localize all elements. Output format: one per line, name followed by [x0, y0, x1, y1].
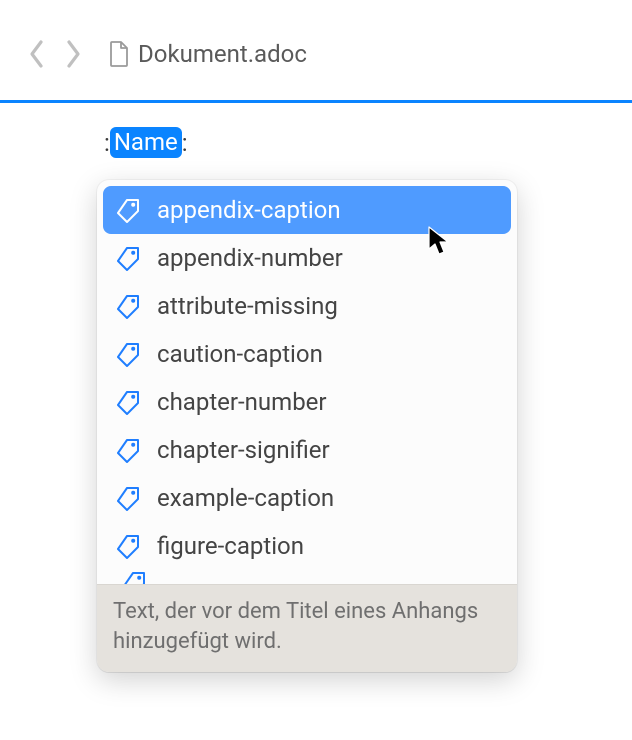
tag-icon — [115, 341, 141, 367]
suggestion-item[interactable]: appendix-caption — [103, 186, 511, 234]
tag-icon — [115, 197, 141, 223]
chevron-left-icon — [28, 39, 46, 69]
tag-icon — [115, 485, 141, 511]
suggestion-item-partial[interactable] — [109, 570, 505, 584]
suggestion-label: chapter-number — [157, 388, 327, 416]
forward-button[interactable] — [58, 34, 88, 74]
tag-icon — [121, 570, 147, 584]
editor-area[interactable]: : Name : — [0, 103, 632, 158]
editor-line: : Name : — [104, 127, 632, 158]
suggestion-label: appendix-number — [157, 244, 343, 272]
suggestion-item[interactable]: example-caption — [103, 474, 511, 522]
autocomplete-popup: appendix-caption appendix-number attribu… — [97, 180, 517, 672]
suggestion-label: example-caption — [157, 484, 334, 512]
attr-prefix: : — [104, 129, 110, 157]
tag-icon — [115, 533, 141, 559]
suggestion-item[interactable]: chapter-signifier — [103, 426, 511, 474]
filename-label: Dokument.adoc — [138, 40, 307, 68]
suggestion-label: figure-caption — [157, 532, 304, 560]
suggestion-label: appendix-caption — [157, 196, 341, 224]
tag-icon — [115, 293, 141, 319]
suggestion-label: caution-caption — [157, 340, 323, 368]
suggestion-label: chapter-signifier — [157, 436, 330, 464]
suggestion-item[interactable]: caution-caption — [103, 330, 511, 378]
suggestion-description: Text, der vor dem Titel eines Anhangs hi… — [97, 584, 517, 672]
tag-icon — [115, 437, 141, 463]
suggestion-item[interactable]: figure-caption — [103, 522, 511, 570]
back-button[interactable] — [22, 34, 52, 74]
chevron-right-icon — [64, 39, 82, 69]
tag-icon — [115, 389, 141, 415]
document-icon — [108, 40, 130, 68]
toolbar: Dokument.adoc — [0, 0, 632, 100]
suggestion-list[interactable]: appendix-caption appendix-number attribu… — [97, 180, 517, 584]
file-tab[interactable]: Dokument.adoc — [108, 40, 307, 68]
suggestion-item[interactable]: appendix-number — [103, 234, 511, 282]
attr-suffix: : — [182, 129, 188, 157]
attr-name-placeholder[interactable]: Name — [110, 127, 182, 158]
suggestion-item[interactable]: attribute-missing — [103, 282, 511, 330]
tag-icon — [115, 245, 141, 271]
suggestion-item[interactable]: chapter-number — [103, 378, 511, 426]
suggestion-label: attribute-missing — [157, 292, 338, 320]
